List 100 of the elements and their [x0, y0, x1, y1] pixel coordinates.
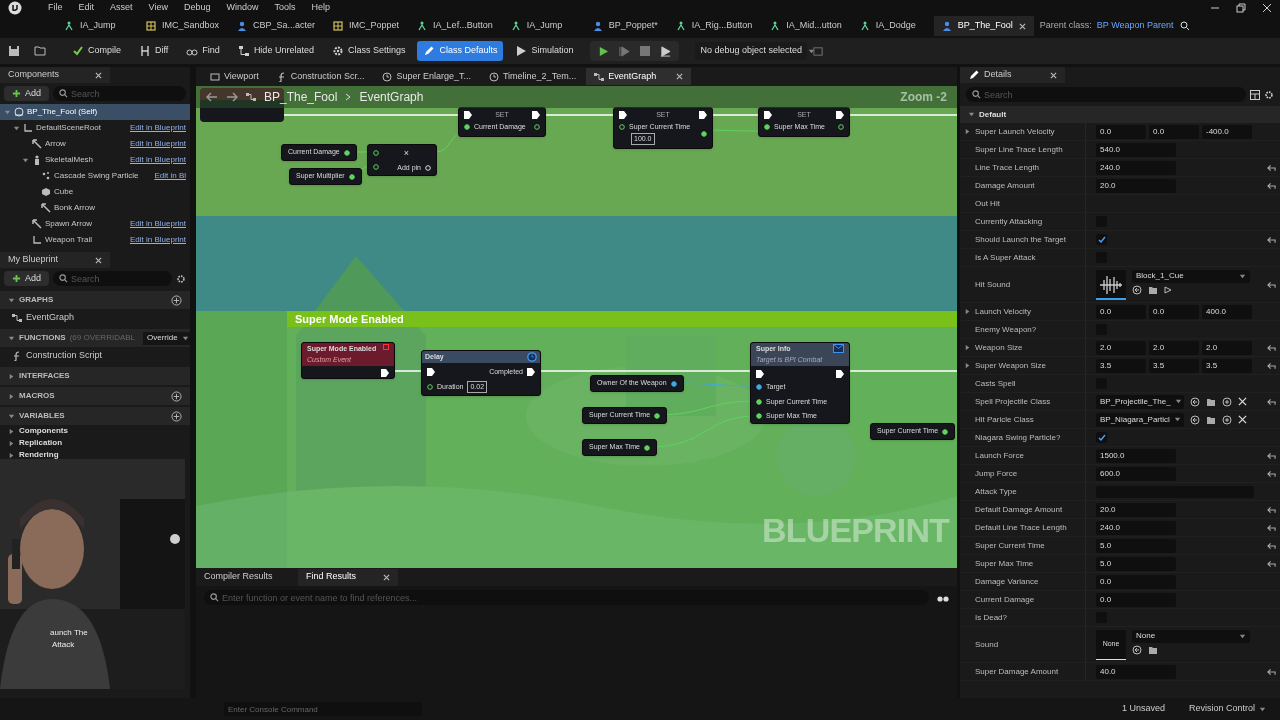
asset-dropdown[interactable]: Block_1_Cue	[1132, 269, 1250, 283]
category-item[interactable]: Rendering	[0, 449, 190, 461]
tree-item[interactable]: Cube	[0, 184, 190, 200]
reset-icon[interactable]	[1266, 235, 1276, 244]
reset-icon[interactable]	[1266, 181, 1276, 190]
document-tab[interactable]: IA_Dodge	[851, 16, 932, 36]
edit-link[interactable]: Edit in Bl	[150, 170, 186, 182]
graph-item[interactable]: Construction Script	[0, 347, 190, 365]
pin-icon[interactable]	[643, 444, 650, 451]
number-field[interactable]: 0.0	[1149, 124, 1199, 139]
number-field[interactable]: 20.0	[1096, 502, 1176, 517]
number-field[interactable]: 0.0	[1149, 304, 1199, 319]
breadcrumb-link[interactable]: BP_The_Fool	[264, 88, 338, 106]
add-icon[interactable]	[171, 294, 182, 306]
menu-item[interactable]: Asset	[110, 1, 133, 15]
parent-class-link[interactable]: BP Weapon Parent	[1096, 19, 1174, 33]
folder-icon[interactable]	[1148, 284, 1158, 295]
checkbox[interactable]	[1096, 432, 1107, 443]
tree-item[interactable]: Weapon Trail Edit in Blueprint	[0, 232, 190, 248]
edit-link[interactable]: Edit in Blueprint	[125, 154, 186, 166]
eject-icon[interactable]	[659, 45, 671, 57]
class-dropdown[interactable]: BP_Niagara_Particl	[1096, 412, 1184, 427]
menu-item[interactable]: Edit	[78, 1, 95, 15]
number-field[interactable]: 240.0	[1096, 160, 1176, 175]
close-icon[interactable]	[95, 71, 102, 79]
revision-control-button[interactable]: Revision Control	[1188, 702, 1274, 716]
number-field[interactable]: 0.0	[1096, 592, 1176, 607]
close-icon[interactable]	[383, 573, 390, 581]
play-icon[interactable]	[597, 45, 609, 57]
close-icon[interactable]	[1050, 71, 1057, 79]
stop-icon[interactable]	[639, 46, 650, 56]
search-field[interactable]: Enter function or event name to find references...	[204, 590, 929, 605]
number-field[interactable]: 1500.0	[1096, 448, 1176, 463]
number-field[interactable]: 2.0	[1149, 340, 1199, 355]
add-icon[interactable]	[171, 410, 182, 422]
section-header[interactable]: VARIABLES	[0, 407, 190, 425]
number-field[interactable]: 0.0	[1096, 124, 1146, 139]
search-field[interactable]: Search	[966, 87, 1246, 102]
number-field[interactable]: 400.0	[1202, 304, 1252, 319]
arrow-left-icon[interactable]	[1190, 396, 1200, 407]
table-icon[interactable]	[1250, 89, 1260, 100]
document-tab[interactable]: IA_Jump	[56, 16, 136, 36]
number-field[interactable]: 3.5	[1096, 358, 1146, 373]
browse-icon[interactable]	[812, 45, 824, 57]
reset-icon[interactable]	[1266, 397, 1276, 406]
panel-tab[interactable]: Find Results	[298, 568, 398, 586]
add-icon[interactable]	[1222, 414, 1232, 425]
panel-tab[interactable]: Compiler Results	[196, 568, 296, 586]
search-field[interactable]: Search	[53, 271, 172, 286]
arrow-left-icon[interactable]	[1190, 414, 1200, 425]
tree-item[interactable]: Spawn Arrow Edit in Blueprint	[0, 216, 190, 232]
number-field[interactable]: 2.0	[1096, 340, 1146, 355]
reset-icon[interactable]	[1266, 505, 1276, 514]
toolbar-button[interactable]: Diff	[133, 41, 175, 61]
folder-icon[interactable]	[1206, 414, 1216, 425]
tree-item[interactable]: SkeletalMesh Edit in Blueprint	[0, 152, 190, 168]
number-field[interactable]: -400.0	[1202, 124, 1252, 139]
pin-icon[interactable]	[942, 428, 949, 435]
override-dropdown[interactable]: Override	[143, 331, 190, 345]
exec-pin-icon[interactable]	[381, 369, 389, 377]
play-icon[interactable]	[1164, 285, 1172, 294]
unsaved-indicator[interactable]: 1 Unsaved	[1121, 702, 1165, 716]
save-icon[interactable]	[8, 45, 20, 57]
add-icon[interactable]	[171, 390, 182, 402]
editor-tab[interactable]: Super Enlarge_T...	[374, 68, 479, 85]
number-field[interactable]: 600.0	[1096, 466, 1176, 481]
close-icon[interactable]	[676, 73, 684, 80]
document-tab[interactable]: IA_Mid...utton	[762, 16, 850, 36]
exec-pin-icon[interactable]	[836, 370, 844, 378]
pin-icon[interactable]	[464, 124, 470, 131]
pin-icon[interactable]	[619, 124, 625, 131]
document-tab[interactable]: BP_The_Fool	[933, 16, 1034, 36]
reset-icon[interactable]	[1266, 361, 1276, 370]
toolbar-button[interactable]: Class Settings	[325, 41, 412, 61]
number-field[interactable]: 2.0	[1202, 340, 1252, 355]
exec-pin-icon[interactable]	[764, 111, 772, 119]
pin-icon[interactable]	[343, 149, 350, 156]
tree-item[interactable]: Arrow Edit in Blueprint	[0, 136, 190, 152]
exec-pin-icon[interactable]	[699, 111, 707, 119]
caret-icon[interactable]	[964, 362, 971, 369]
menu-item[interactable]: View	[148, 1, 168, 15]
add-icon[interactable]	[1222, 396, 1232, 407]
editor-tab[interactable]: EventGraph	[586, 68, 692, 85]
pin-icon[interactable]	[427, 383, 433, 390]
reset-icon[interactable]	[1266, 343, 1276, 352]
document-tab[interactable]: IMC_Poppet	[325, 16, 408, 36]
edit-link[interactable]: Edit in Blueprint	[125, 138, 186, 150]
graph-item[interactable]: EventGraph	[0, 309, 190, 327]
folder-icon[interactable]	[1206, 396, 1216, 407]
tree-item[interactable]: Cascade Swing Particle Edit in Bl	[0, 168, 190, 184]
reset-icon[interactable]	[1266, 163, 1276, 172]
number-field[interactable]: 5.0	[1096, 556, 1176, 571]
arrow-left-icon[interactable]	[1132, 284, 1142, 295]
caret-icon[interactable]	[964, 308, 971, 315]
toolbar-button[interactable]: Find	[180, 41, 226, 61]
folder-icon[interactable]	[34, 45, 46, 57]
document-tab[interactable]: BP_Poppet*	[584, 16, 666, 36]
exec-pin-icon[interactable]	[527, 368, 535, 377]
section-header[interactable]: GRAPHS	[0, 291, 190, 309]
exec-pin-icon[interactable]	[836, 111, 844, 119]
